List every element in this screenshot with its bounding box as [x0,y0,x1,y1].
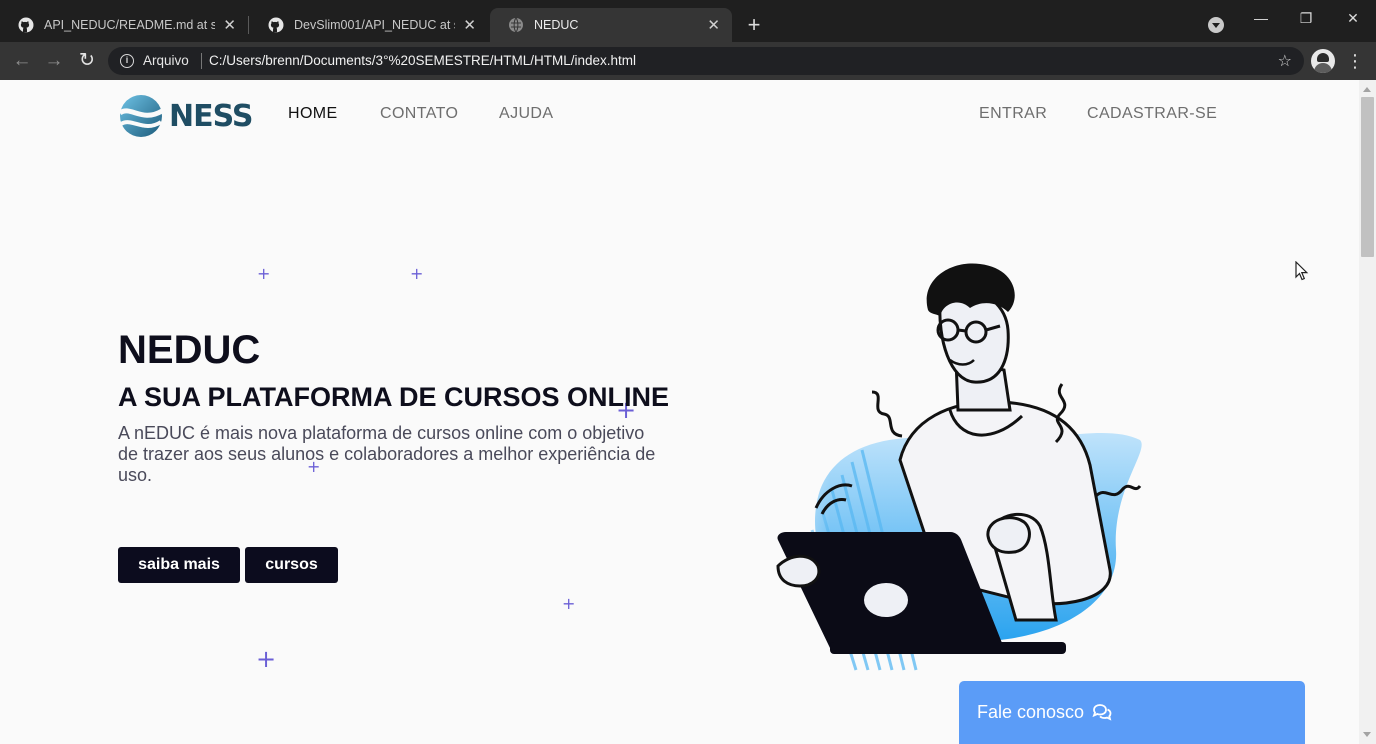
nav-ajuda-link[interactable]: AJUDA [499,105,553,123]
tab-title: NEDUC [534,18,579,32]
forward-icon[interactable]: → [42,49,66,73]
info-icon[interactable]: i [120,54,134,68]
browser-menu-icon[interactable]: ⋮ [1346,51,1364,71]
hero-title: NEDUC [118,328,261,372]
student-laptop-illustration [760,263,1142,690]
logo-icon [118,95,164,137]
plus-decoration-icon: + [257,264,271,283]
tab-divider [248,16,249,34]
tab-neduc[interactable]: NEDUC ✕ [490,8,732,42]
chat-widget[interactable]: Fale conosco [959,681,1305,744]
plus-decoration-icon: + [256,645,277,673]
saiba-mais-button[interactable]: saiba mais [118,547,240,583]
mouse-cursor-icon [1295,261,1309,281]
hero-description: A nEDUC é mais nova plataforma de cursos… [118,423,656,485]
address-scheme-label: Arquivo [143,53,189,68]
hero-subtitle: A SUA PLATAFORMA DE CURSOS ONLINE [118,382,669,412]
address-url[interactable]: C:/Users/brenn/Documents/3°%20SEMESTRE/H… [209,53,636,68]
scroll-up-icon[interactable] [1363,87,1371,92]
restore-icon[interactable]: ❐ [1291,10,1321,27]
globe-icon [509,17,523,33]
close-window-icon[interactable]: ✕ [1338,10,1368,27]
back-icon[interactable]: ← [10,49,34,73]
github-icon [268,17,284,33]
tab-title: DevSlim001/API_NEDUC at sprint [294,18,455,32]
browser-toolbar: ← → ↻ i Arquivo C:/Users/brenn/Documents… [0,42,1376,80]
cursos-button[interactable]: cursos [245,547,338,583]
scroll-down-icon[interactable] [1363,732,1371,737]
tab-api-repo[interactable]: DevSlim001/API_NEDUC at sprint ✕ [250,8,488,42]
close-tab-icon[interactable]: ✕ [223,16,236,34]
close-tab-icon[interactable]: ✕ [707,16,720,34]
plus-decoration-icon: + [410,264,424,283]
minimize-icon[interactable]: — [1246,10,1276,26]
tab-title: API_NEDUC/README.md at sprint [44,18,216,32]
tab-search-icon[interactable] [1208,17,1224,33]
address-divider [201,53,202,69]
page-viewport: NESS HOME CONTATO AJUDA ENTRAR CADASTRAR… [0,80,1359,744]
browser-tab-strip: API_NEDUC/README.md at sprint ✕ DevSlim0… [0,0,1376,42]
chat-bubbles-icon [1092,704,1112,721]
new-tab-icon[interactable]: + [743,12,765,38]
nav-entrar-link[interactable]: ENTRAR [979,105,1047,123]
nav-cadastrar-link[interactable]: CADASTRAR-SE [1087,105,1217,123]
scrollbar-thumb[interactable] [1361,97,1374,257]
github-icon [18,17,34,33]
chat-label: Fale conosco [977,702,1085,722]
bookmark-star-icon[interactable]: ☆ [1278,51,1292,71]
plus-decoration-icon: + [562,594,576,613]
brand-logo[interactable]: NESS [118,92,253,140]
tab-api-readme[interactable]: API_NEDUC/README.md at sprint ✕ [0,8,248,42]
brand-name: NESS [169,98,253,134]
nav-contato-link[interactable]: CONTATO [380,105,458,123]
profile-avatar[interactable] [1311,49,1335,73]
address-bar[interactable]: i Arquivo C:/Users/brenn/Documents/3°%20… [108,47,1304,75]
close-tab-icon[interactable]: ✕ [463,16,476,34]
page-scrollbar[interactable] [1359,80,1376,744]
nav-home-link[interactable]: HOME [288,105,338,123]
reload-icon[interactable]: ↻ [75,49,99,73]
